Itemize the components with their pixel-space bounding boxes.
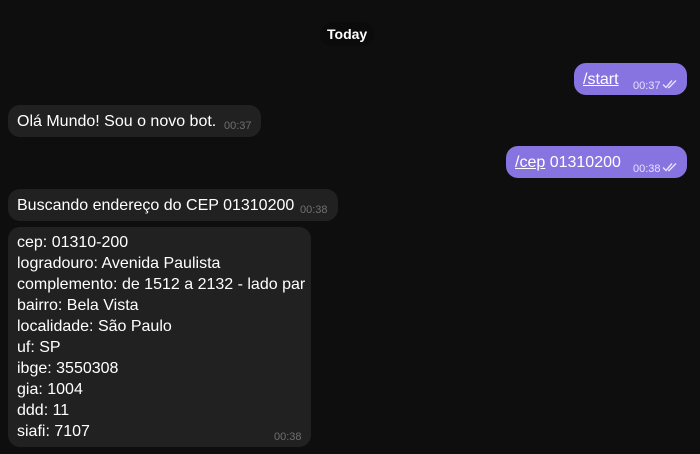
address-uf: uf: SP: [17, 339, 61, 356]
double-check-icon: [662, 79, 678, 93]
message-incoming[interactable]: Buscando endereço do CEP 01310200 00:38: [8, 189, 338, 221]
message-text: 01310200: [545, 154, 621, 171]
message-time: 00:38: [274, 431, 302, 443]
message-text: Olá Mundo! Sou o novo bot.: [17, 113, 217, 130]
address-bairro: bairro: Bela Vista: [17, 297, 139, 314]
address-logradouro: logradouro: Avenida Paulista: [17, 255, 221, 272]
address-siafi: siafi: 7107: [17, 423, 90, 440]
bot-command-link[interactable]: /cep: [515, 154, 545, 171]
address-cep: cep: 01310-200: [17, 234, 129, 251]
chat-history: Today /start 00:37 Olá Mundo! Sou o novo…: [0, 0, 700, 454]
address-complemento: complemento: de 1512 a 2132 - lado par: [17, 276, 306, 293]
address-gia: gia: 1004: [17, 381, 83, 398]
message-incoming-address[interactable]: cep: 01310-200 logradouro: Avenida Pauli…: [8, 227, 311, 447]
message-outgoing[interactable]: /cep 01310200 00:38: [506, 146, 687, 178]
message-time: 00:38: [633, 162, 661, 175]
message-time: 00:38: [300, 204, 328, 216]
double-check-icon: [662, 162, 678, 176]
bot-command-link[interactable]: /start: [583, 71, 619, 88]
date-separator: Today: [320, 22, 375, 46]
message-meta: 00:38: [633, 162, 678, 176]
message-text: Buscando endereço do CEP 01310200: [17, 197, 295, 214]
message-time: 00:37: [633, 79, 661, 92]
address-ddd: ddd: 11: [17, 402, 70, 419]
message-incoming[interactable]: Olá Mundo! Sou o novo bot. 00:37: [8, 105, 261, 137]
address-ibge: ibge: 3550308: [17, 360, 119, 377]
message-time: 00:37: [224, 120, 252, 132]
message-outgoing[interactable]: /start 00:37: [574, 63, 687, 95]
address-localidade: localidade: São Paulo: [17, 318, 172, 335]
message-meta: 00:37: [633, 79, 678, 93]
